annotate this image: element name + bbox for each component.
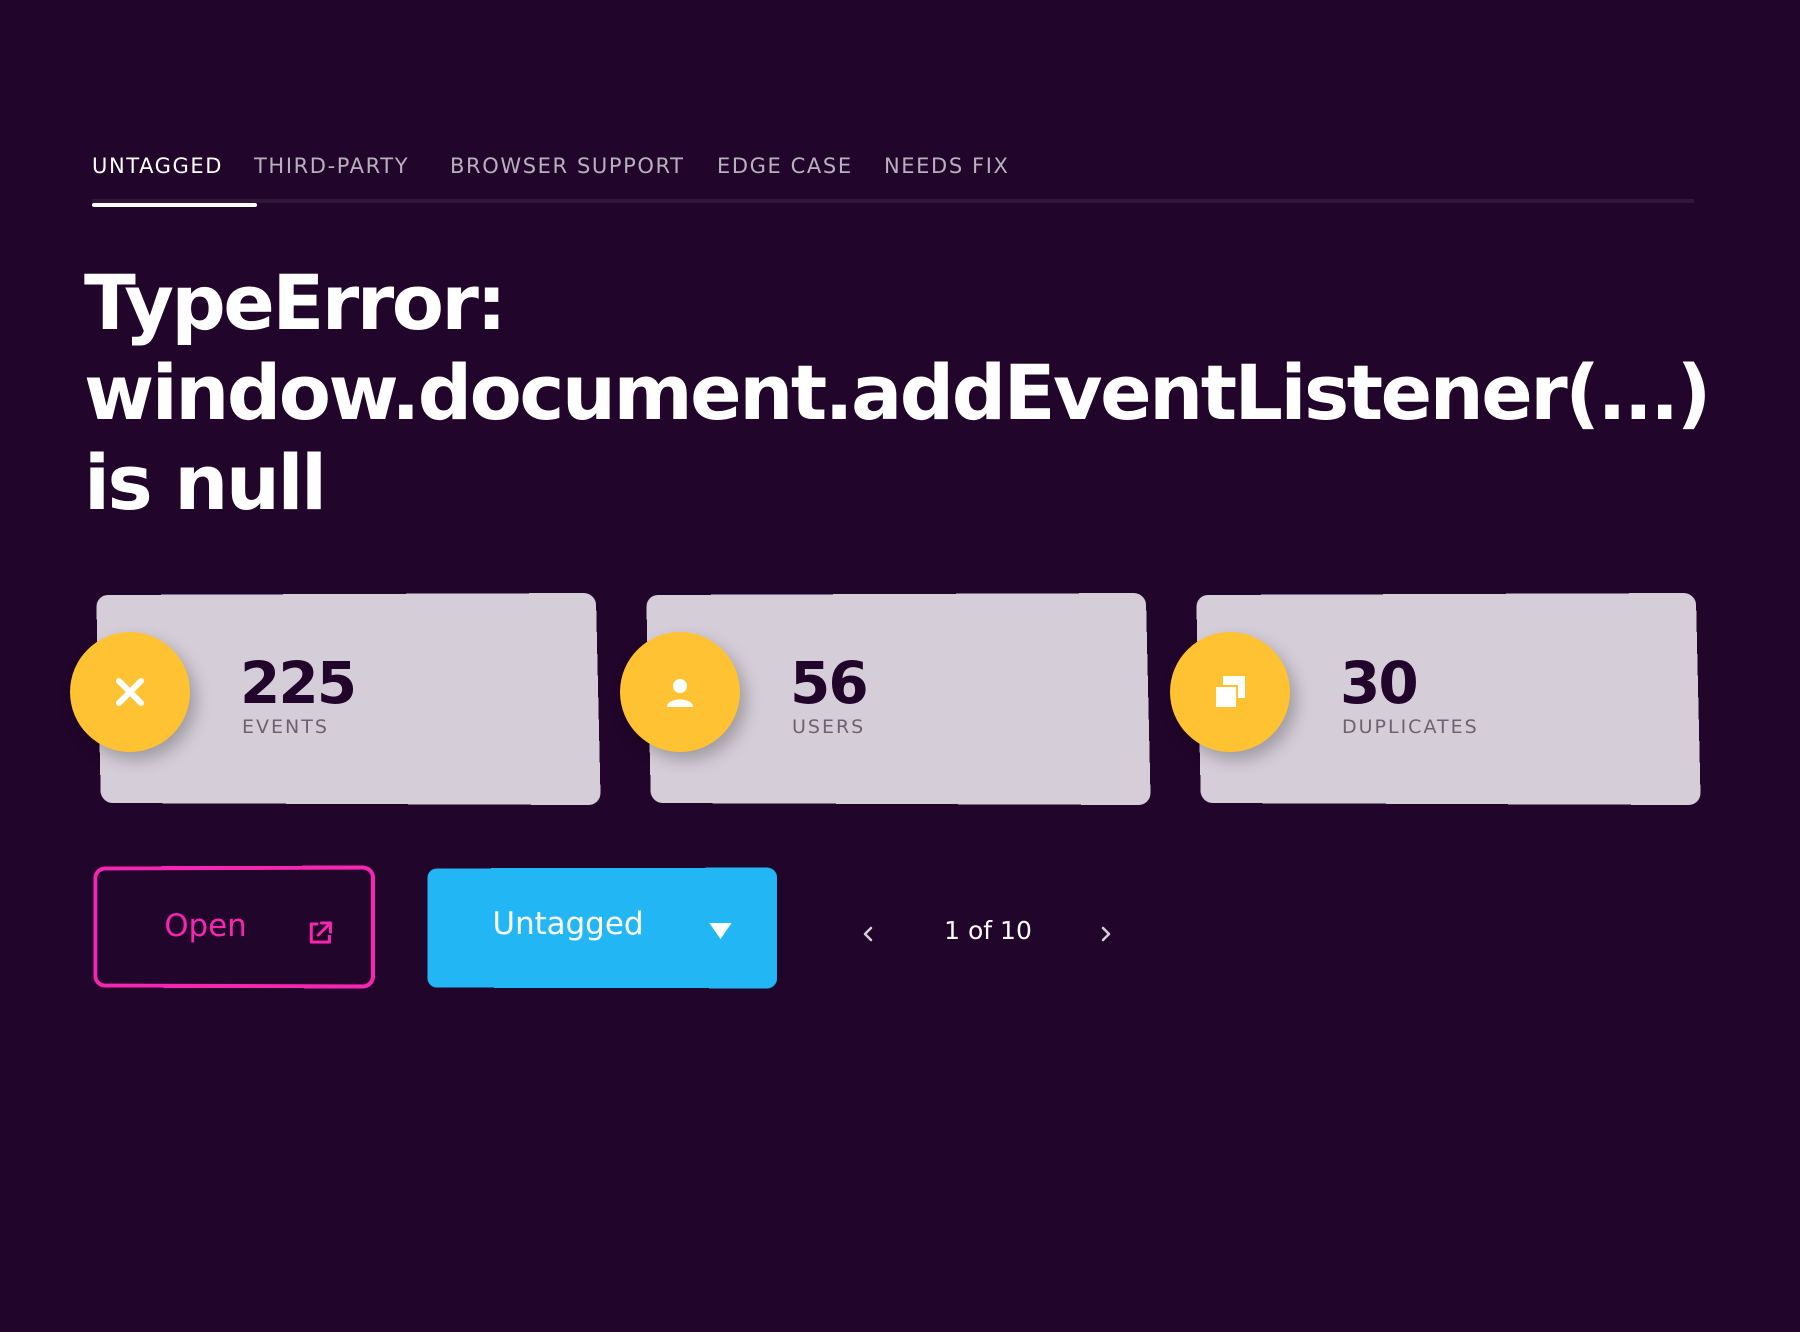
events-label: EVENTS <box>242 716 329 738</box>
issue-detail-page: UNTAGGED THIRD-PARTY BROWSER SUPPORT EDG… <box>0 0 1800 1332</box>
users-label: USERS <box>792 716 866 738</box>
error-title-line: TypeError: <box>84 258 507 347</box>
open-button[interactable]: Open <box>93 865 375 989</box>
users-count: 56 <box>790 649 869 717</box>
tab-needs-fix[interactable]: NEEDS FIX <box>884 154 1009 203</box>
error-title-line: window.document.addEventListener(...) <box>84 348 1711 437</box>
tab-third-party[interactable]: THIRD-PARTY <box>254 154 409 203</box>
open-button-label: Open <box>164 907 247 945</box>
tab-label: UNTAGGED <box>92 154 224 178</box>
chevron-right-icon <box>1101 926 1111 942</box>
tab-label: THIRD-PARTY <box>254 154 410 178</box>
tab-label: NEEDS FIX <box>884 154 1010 178</box>
duplicate-icon <box>1170 632 1290 752</box>
tag-select-value: Untagged <box>492 905 644 943</box>
duplicates-label: DUPLICATES <box>1342 716 1479 738</box>
events-count: 225 <box>240 649 357 717</box>
tab-browser-support[interactable]: BROWSER SUPPORT <box>450 154 685 203</box>
duplicates-count: 30 <box>1340 649 1419 717</box>
tab-label: BROWSER SUPPORT <box>450 154 685 178</box>
chevron-left-icon <box>863 926 873 942</box>
page-indicator: 1 of 10 <box>944 916 1032 945</box>
tab-edge-case[interactable]: EDGE CASE <box>717 154 853 203</box>
next-page-button[interactable] <box>1091 919 1121 949</box>
user-icon <box>620 632 740 752</box>
tab-label: EDGE CASE <box>717 154 853 178</box>
tag-select[interactable]: Untagged <box>427 867 778 989</box>
previous-page-button[interactable] <box>853 919 883 949</box>
close-icon <box>70 632 190 752</box>
caret-down-icon <box>709 922 732 940</box>
error-title: TypeError: window.document.addEventListe… <box>84 258 1724 528</box>
external-link-icon <box>307 920 333 950</box>
tag-tabs: UNTAGGED THIRD-PARTY BROWSER SUPPORT EDG… <box>92 148 1694 207</box>
active-tab-indicator <box>92 203 257 207</box>
tab-untagged[interactable]: UNTAGGED <box>92 154 257 207</box>
error-title-line: is null <box>84 438 327 527</box>
